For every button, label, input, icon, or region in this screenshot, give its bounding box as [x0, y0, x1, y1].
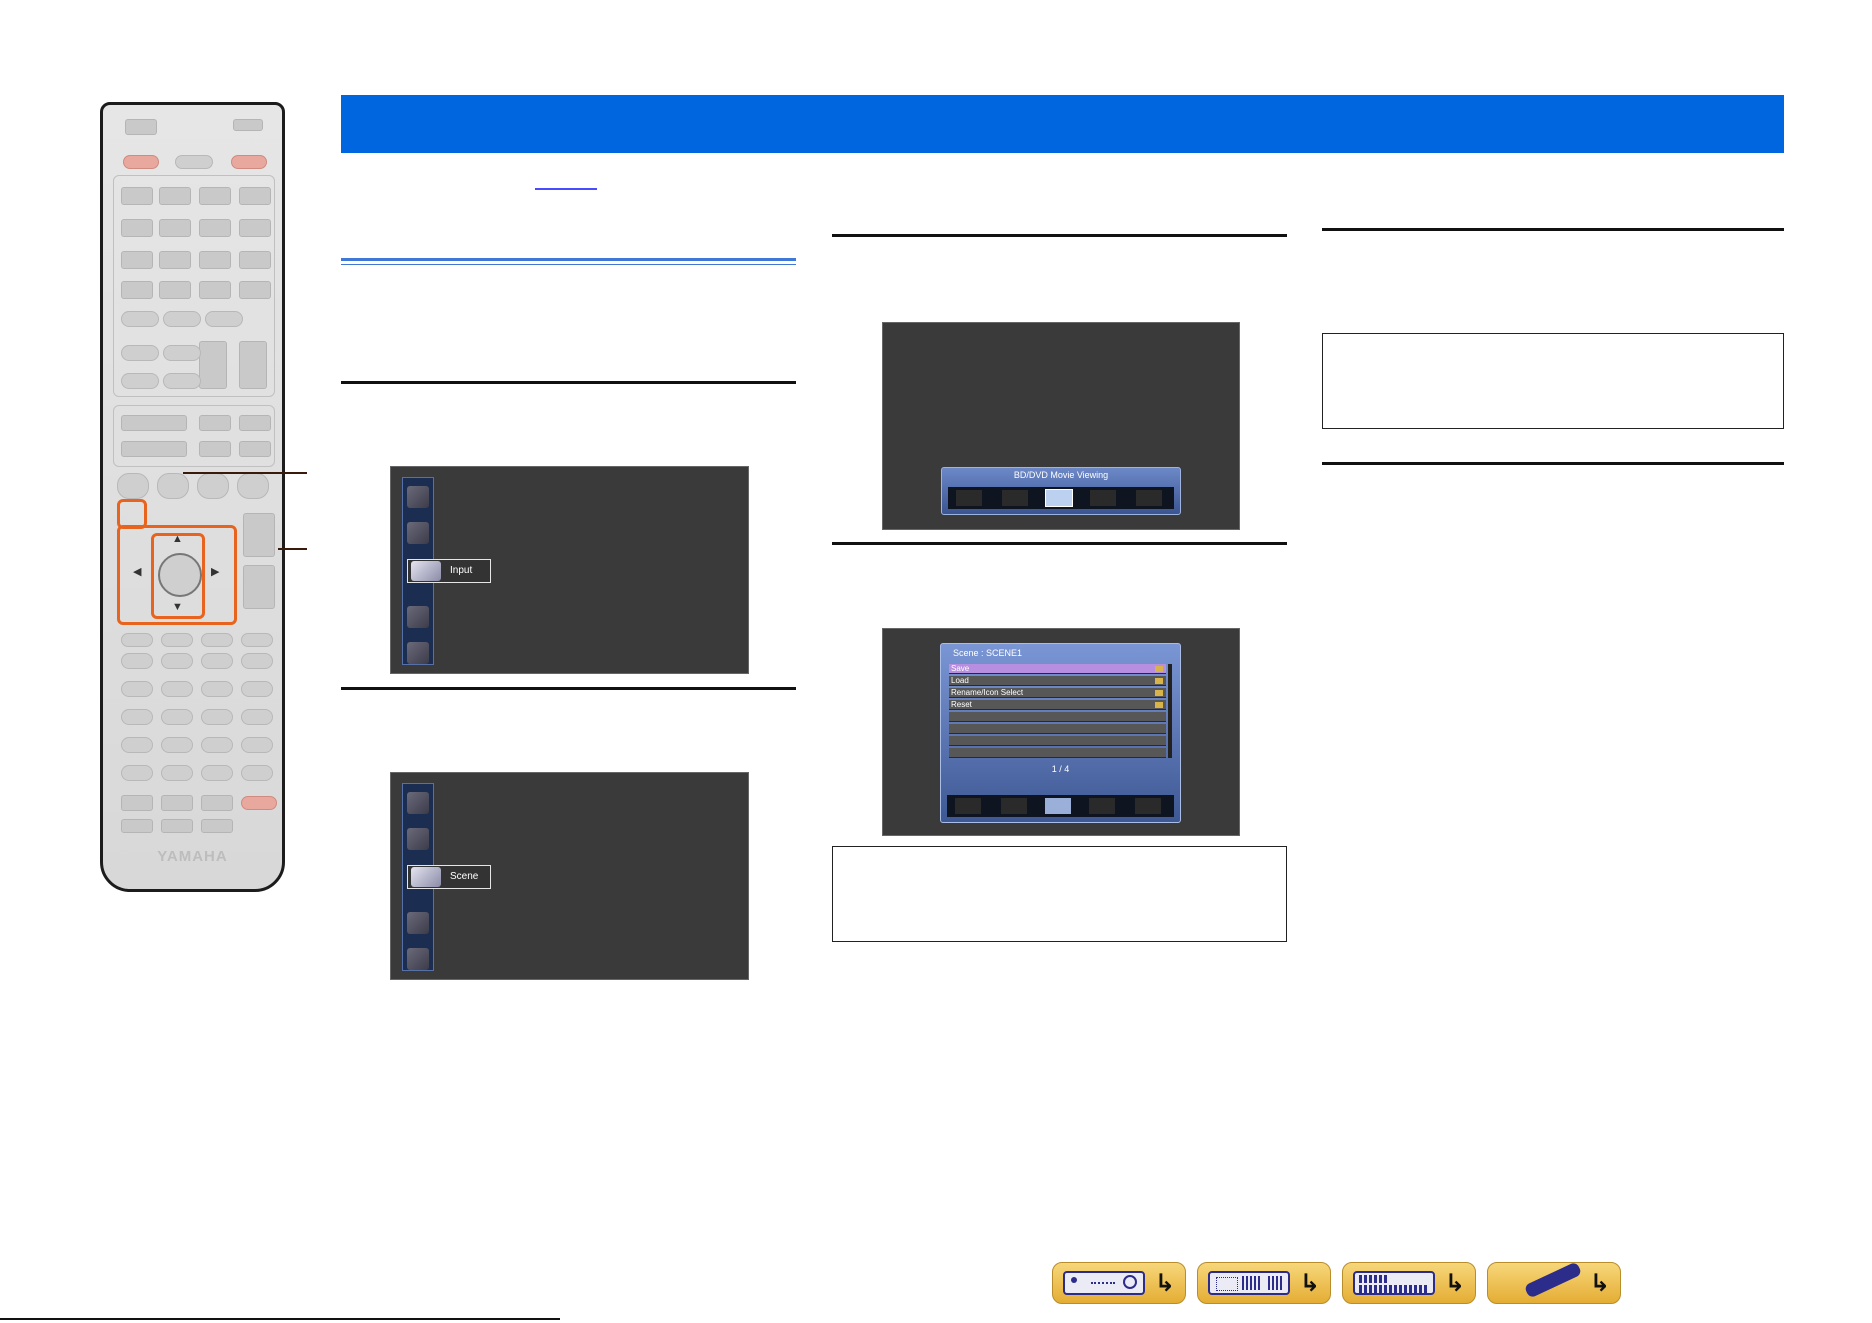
return-arrow-icon: ↳ [1444, 1269, 1465, 1297]
footer-rule [0, 1318, 560, 1320]
input-icon [411, 561, 441, 581]
power-icon [123, 155, 159, 169]
scene-icon [1136, 490, 1162, 506]
cursor-left-icon: ◀ [133, 566, 142, 578]
step-divider [832, 234, 1287, 237]
menu-item-selected: Input [407, 559, 491, 583]
nav-front-panel-button[interactable]: ↳ [1052, 1262, 1186, 1304]
section-rule [341, 258, 796, 261]
nav-remote-button[interactable]: ↳ [1487, 1261, 1621, 1304]
scene-icon [1090, 490, 1116, 506]
remote-control-icon [1523, 1261, 1583, 1299]
receiver-front-icon [1063, 1271, 1145, 1295]
cursor-right-icon: ▶ [211, 566, 220, 578]
menu-grid-icon [1353, 1271, 1435, 1295]
note-box [1322, 333, 1784, 429]
folder-icon [1155, 666, 1163, 672]
volume-up-button [243, 513, 275, 557]
scene-bar: BD/DVD Movie Viewing [941, 467, 1181, 515]
osd-screen-scene-bar: BD/DVD Movie Viewing [882, 322, 1240, 530]
step-divider [832, 542, 1287, 545]
scene-menu-empty-row [949, 712, 1166, 722]
scene-icon [1135, 798, 1161, 814]
cursor-down-icon: ▼ [172, 601, 183, 613]
scene-menu-empty-row [949, 748, 1166, 758]
scene-icon-row [947, 795, 1174, 817]
scene-menu-item: Load [949, 676, 1166, 686]
folder-icon [1155, 690, 1163, 696]
scrollbar [1168, 664, 1172, 758]
scene-icon [955, 798, 981, 814]
osd-screen-input: Input [390, 466, 749, 674]
step-divider [1322, 462, 1784, 465]
remote-button [125, 119, 157, 135]
callout-line [183, 472, 307, 474]
yamaha-logo: YAMAHA [157, 848, 228, 865]
scene-menu-title: Scene : SCENE1 [953, 648, 1023, 658]
reference-link[interactable] [535, 168, 597, 190]
folder-icon [1155, 678, 1163, 684]
scene-icon [407, 522, 429, 544]
nav-menu-button[interactable]: ↳ [1342, 1262, 1476, 1304]
sound-icon [407, 606, 429, 628]
menu-item-selected: Scene [407, 865, 491, 889]
nav-rear-panel-button[interactable]: ↳ [1197, 1262, 1331, 1304]
menu-item-label: Scene [450, 871, 479, 882]
input-icon [407, 912, 429, 934]
callout-line [278, 548, 307, 550]
return-arrow-icon: ↳ [1589, 1269, 1610, 1297]
scene-menu-item: Rename/Icon Select [949, 688, 1166, 698]
osd-screen-scene-menu: Scene : SCENE1 Save Load Rename/Icon Sel… [882, 628, 1240, 836]
scene-menu-empty-row [949, 724, 1166, 734]
menu-item-label: Input [450, 565, 473, 576]
return-arrow-icon: ↳ [1154, 1269, 1175, 1297]
header-band [341, 95, 1784, 153]
enter-button [158, 553, 202, 597]
setup-icon [407, 828, 429, 850]
adjust-icon [407, 642, 429, 664]
receiver-rear-icon [1208, 1271, 1290, 1295]
scene-icon [1001, 798, 1027, 814]
scene-icon [411, 867, 441, 887]
step-divider [341, 381, 796, 384]
cursor-up-icon: ▲ [172, 533, 183, 545]
scene-menu-empty-row [949, 736, 1166, 746]
adjust-icon [407, 792, 429, 814]
osd-screen-scene: Scene [390, 772, 749, 980]
remote-control-illustration: ▲ ▼ ◀ ▶ YAMAHA [100, 102, 285, 892]
folder-icon [1155, 702, 1163, 708]
power-icon [231, 155, 267, 169]
scene-icon-selected [1045, 798, 1071, 814]
scene-icon [956, 490, 982, 506]
step-divider [341, 687, 796, 690]
scene-icon [1089, 798, 1115, 814]
sound-icon [407, 948, 429, 970]
tv-power-icon [241, 796, 277, 810]
note-box [832, 846, 1287, 942]
step-divider [1322, 228, 1784, 231]
setup-icon [407, 486, 429, 508]
scene-icon-row [948, 487, 1174, 509]
return-arrow-icon: ↳ [1299, 1269, 1320, 1297]
scene-icon [1002, 490, 1028, 506]
scene-icon-selected [1045, 489, 1073, 507]
scene-menu-item: Save [949, 664, 1166, 674]
remote-button [175, 155, 213, 169]
volume-down-button [243, 565, 275, 609]
remote-button [233, 119, 263, 131]
page-indicator: 1 / 4 [1051, 764, 1070, 774]
scene-bar-title: BD/DVD Movie Viewing [1013, 470, 1109, 480]
scene-menu-item: Reset [949, 700, 1166, 710]
scene-menu-panel: Scene : SCENE1 Save Load Rename/Icon Sel… [940, 643, 1181, 823]
